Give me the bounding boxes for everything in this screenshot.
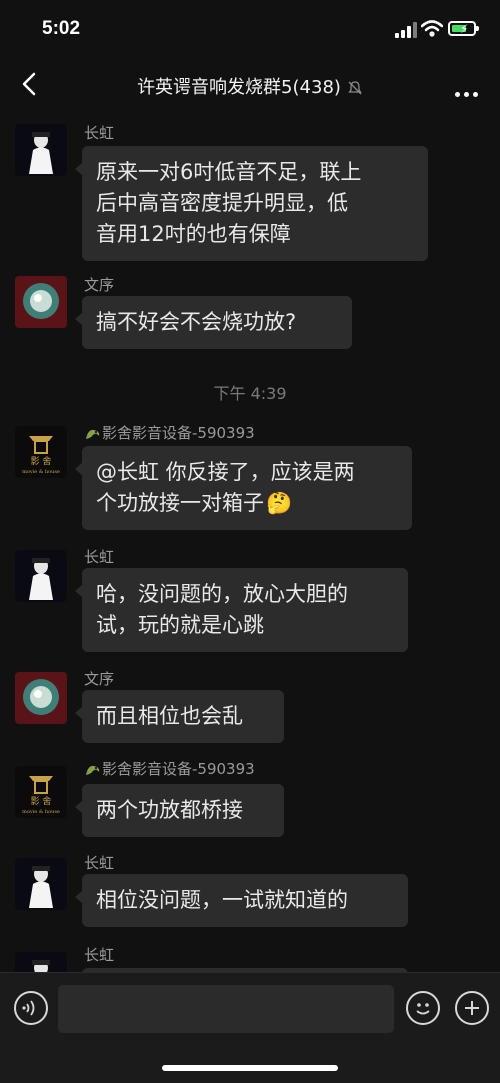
avatar[interactable] (15, 952, 67, 972)
message-line: 后中高音密度提升明显，低 (96, 191, 348, 215)
message-bubble[interactable]: 哈，没问题的，放心大胆的 试，玩的就是心跳 (75, 568, 408, 652)
avatar[interactable]: 影 舍 movie & house (15, 766, 67, 818)
avatar[interactable] (15, 276, 67, 328)
message-line: 原来一对6吋低音不足，联上 (96, 160, 362, 184)
message-text: 搞不好会不会烧功放? (96, 310, 297, 334)
message-bubble[interactable]: @长虹 你反接了，应该是两 个功放接一对箱子🤔 (75, 446, 412, 530)
sender-name: 文序 (84, 276, 115, 294)
message-text: 而且相位也会乱 (96, 704, 243, 728)
sender-name: 影舍影音设备-590393 (84, 758, 255, 779)
cellular-signal-icon (395, 22, 417, 38)
nav-bar: 许英谔音响发烧群5(438) (0, 56, 500, 112)
message-line: @长虹 你反接了，应该是两 (96, 460, 355, 484)
chat-title: 许英谔音响发烧群5(438) (70, 73, 430, 99)
message-bubble[interactable]: 两个功放都桥接 (75, 784, 284, 837)
status-bar: 5:02 ⚡ (0, 0, 500, 56)
avatar[interactable] (15, 124, 67, 176)
avatar[interactable]: 影 舍 movie & house (15, 426, 67, 478)
sender-name: 长虹 (84, 124, 115, 142)
sender-name: 长虹 (84, 946, 115, 964)
sender-name: 影舍影音设备-590393 (84, 422, 255, 443)
battery-icon: ⚡ (448, 21, 479, 36)
avatar-logo-subtext: movie & house (22, 809, 60, 815)
dragon-icon (84, 426, 102, 442)
voice-icon[interactable] (14, 991, 48, 1025)
thinking-emoji: 🤔 (266, 491, 293, 515)
chat-area[interactable]: 长虹 原来一对6吋低音不足，联上 后中高音密度提升明显，低 音用12吋的也有保障… (0, 112, 500, 972)
chat-title-text: 许英谔音响发烧群5(438) (137, 77, 341, 98)
sender-name: 长虹 (84, 854, 115, 872)
back-icon[interactable] (16, 70, 44, 98)
avatar-logo-subtext: movie & house (22, 469, 60, 475)
wifi-icon (421, 20, 443, 37)
message-input[interactable] (58, 985, 394, 1033)
message-bubble[interactable]: 而且相位也会乱 (75, 690, 284, 743)
sender-name-text: 影舍影音设备-590393 (102, 424, 255, 442)
emoji-icon[interactable] (406, 991, 440, 1025)
avatar[interactable] (15, 858, 67, 910)
avatar[interactable] (15, 672, 67, 724)
plus-icon[interactable] (455, 991, 489, 1025)
message-line: 试，玩的就是心跳 (96, 613, 264, 637)
message-bubble[interactable]: 原来一对6吋低音不足，联上 后中高音密度提升明显，低 音用12吋的也有保障 (75, 146, 428, 261)
message-text: 相位没问题，一试就知道的 (96, 888, 348, 912)
message-line: 个功放接一对箱子 (96, 491, 264, 515)
home-indicator[interactable] (162, 1065, 338, 1071)
message-line: 哈，没问题的，放心大胆的 (96, 582, 348, 606)
status-time: 5:02 (42, 18, 81, 39)
timestamp: 下午 4:39 (213, 384, 287, 403)
message-text: 两个功放都桥接 (96, 798, 243, 822)
dragon-icon (84, 762, 102, 778)
message-bubble[interactable]: 相位没问题，一试就知道的 (75, 874, 408, 927)
more-icon[interactable] (451, 82, 478, 101)
sender-name-text: 影舍影音设备-590393 (102, 760, 255, 778)
sender-name: 长虹 (84, 548, 115, 566)
message-bubble[interactable]: 搞不好会不会烧功放? (75, 296, 352, 349)
message-line: 音用12吋的也有保障 (96, 222, 291, 246)
avatar-logo-text: 影 舍 (31, 795, 52, 807)
avatar-logo-text: 影 舍 (31, 455, 52, 467)
sender-name: 文序 (84, 670, 115, 688)
avatar[interactable] (15, 550, 67, 602)
mute-icon (348, 81, 362, 95)
